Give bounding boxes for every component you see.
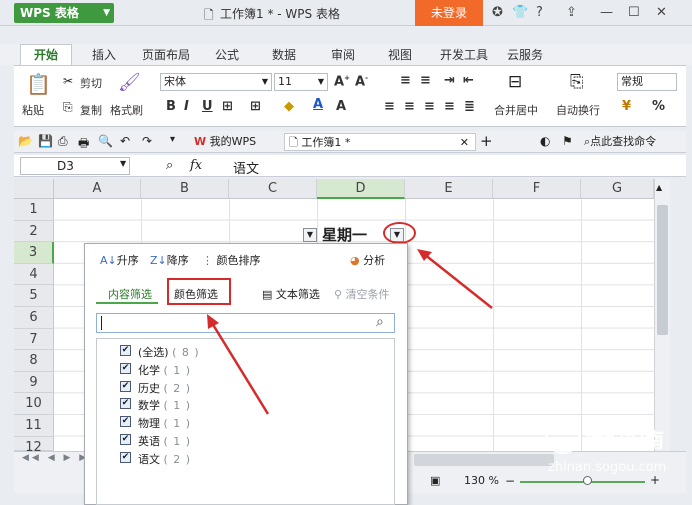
arrow-to-color-filter bbox=[210, 322, 270, 415]
arrow-to-dropdown bbox=[423, 253, 493, 309]
annotation-arrows bbox=[207, 249, 493, 415]
